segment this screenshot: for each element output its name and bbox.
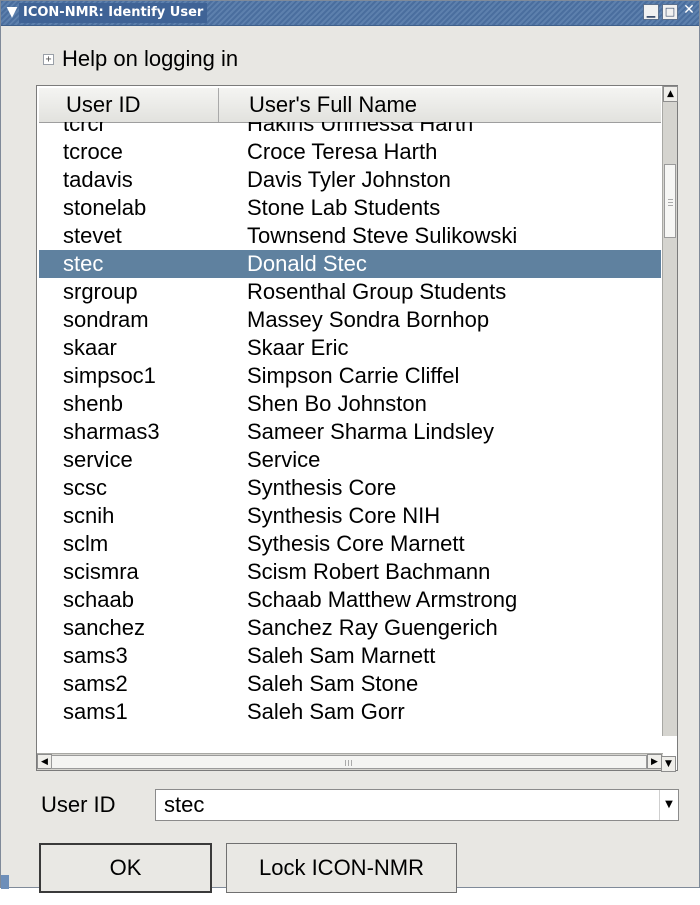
- table-row[interactable]: sams1 Saleh Sam Gorr: [39, 698, 661, 726]
- table-row[interactable]: schaab Schaab Matthew Armstrong: [39, 586, 661, 614]
- cell-user-id: scsc: [63, 475, 107, 500]
- vertical-scrollbar[interactable]: ▲: [662, 86, 678, 736]
- cell-user-id: simpsoc1: [63, 363, 156, 388]
- cell-user-id: tcroce: [63, 139, 123, 164]
- table-row[interactable]: service Service: [39, 446, 661, 474]
- cell-user-id: skaar: [63, 335, 117, 360]
- cell-full-name: Service: [247, 447, 321, 472]
- cell-full-name: Hakins Unmessa Harth: [247, 122, 474, 136]
- table-row[interactable]: skaar Skaar Eric: [39, 334, 661, 362]
- column-header-label: User's Full Name: [249, 92, 418, 117]
- table-row[interactable]: sharmas3 Sameer Sharma Lindsley: [39, 418, 661, 446]
- minimize-icon[interactable]: ▁: [643, 4, 659, 20]
- cell-user-id: tcrcr: [63, 122, 106, 136]
- cell-full-name: Sythesis Core Marnett: [247, 531, 465, 556]
- cell-user-id: tadavis: [63, 167, 133, 192]
- cell-user-id: shenb: [63, 391, 123, 416]
- cell-full-name: Synthesis Core NIH: [247, 503, 441, 528]
- cell-user-id: sharmas3: [63, 419, 160, 444]
- scroll-right-icon[interactable]: ▶: [647, 754, 662, 769]
- cell-user-id: stec: [63, 251, 104, 276]
- table-row-selected[interactable]: stec Donald Stec: [39, 250, 661, 278]
- cell-user-id: sanchez: [63, 615, 145, 640]
- user-id-label: User ID: [41, 792, 116, 817]
- cell-user-id: scismra: [63, 559, 139, 584]
- cell-full-name: Saleh Sam Marnett: [247, 643, 436, 668]
- column-header-label: User ID: [66, 92, 141, 117]
- cell-full-name: Scism Robert Bachmann: [247, 559, 491, 584]
- horizontal-scrollbar[interactable]: ◀ ▶: [37, 753, 663, 770]
- table-row[interactable]: stevet Townsend Steve Sulikowski: [39, 222, 661, 250]
- user-id-combobox[interactable]: ▼: [155, 789, 679, 821]
- column-header-full-name[interactable]: User's Full Name: [219, 88, 661, 122]
- maximize-icon[interactable]: □: [662, 4, 678, 20]
- cell-user-id: scnih: [63, 503, 115, 528]
- vertical-scroll-thumb[interactable]: [664, 164, 676, 238]
- cell-full-name: Donald Stec: [247, 251, 367, 276]
- cell-full-name: Schaab Matthew Armstrong: [247, 587, 518, 612]
- cell-full-name: Simpson Carrie Cliffel: [247, 363, 460, 388]
- cell-full-name: Croce Teresa Harth: [247, 139, 438, 164]
- expand-plus-icon[interactable]: +: [43, 53, 54, 65]
- chevron-down-icon[interactable]: ▼: [4, 3, 20, 21]
- window-title: ICON-NMR: Identify User: [19, 3, 208, 23]
- dialog-window: ▼ ICON-NMR: Identify User ▁ □ ✕ + Help o…: [0, 0, 700, 893]
- scroll-up-icon[interactable]: ▲: [663, 86, 678, 102]
- scroll-down-icon[interactable]: ▼: [661, 756, 676, 772]
- cell-user-id: sams1: [63, 699, 128, 724]
- table-row[interactable]: shenb Shen Bo Johnston: [39, 390, 661, 418]
- cell-full-name: Sanchez Ray Guengerich: [247, 615, 498, 640]
- cell-user-id: stonelab: [63, 195, 147, 220]
- table-row[interactable]: sondram Massey Sondra Bornhop: [39, 306, 661, 334]
- table-row[interactable]: sclm Sythesis Core Marnett: [39, 530, 661, 558]
- cell-full-name: Shen Bo Johnston: [247, 391, 427, 416]
- ok-button[interactable]: OK: [39, 843, 212, 893]
- cell-user-id: sams2: [63, 671, 128, 696]
- user-list[interactable]: User ID User's Full Name tcrcr Hakins Unm…: [36, 85, 678, 771]
- scroll-left-icon[interactable]: ◀: [37, 754, 52, 769]
- table-row[interactable]: scismra Scism Robert Bachmann: [39, 558, 661, 586]
- user-id-input[interactable]: [156, 790, 664, 820]
- cell-full-name: Skaar Eric: [247, 335, 349, 360]
- help-toggle[interactable]: + Help on logging in: [43, 45, 238, 73]
- cell-user-id: sams3: [63, 643, 128, 668]
- title-bar[interactable]: ▼ ICON-NMR: Identify User ▁ □ ✕: [1, 1, 699, 26]
- cell-full-name: Synthesis Core: [247, 475, 397, 500]
- cell-full-name: Saleh Sam Gorr: [247, 699, 405, 724]
- cell-user-id: schaab: [63, 587, 134, 612]
- window-edge-accent: [1, 875, 9, 889]
- table-row[interactable]: tcrcr Hakins Unmessa Harth: [39, 122, 661, 138]
- table-row[interactable]: sanchez Sanchez Ray Guengerich: [39, 614, 661, 642]
- table-header: User ID User's Full Name: [39, 88, 661, 123]
- cell-user-id: stevet: [63, 223, 122, 248]
- table-row[interactable]: stonelab Stone Lab Students: [39, 194, 661, 222]
- table-row[interactable]: scnih Synthesis Core NIH: [39, 502, 661, 530]
- cell-user-id: service: [63, 447, 133, 472]
- cell-user-id: sclm: [63, 531, 109, 556]
- table-row[interactable]: sams3 Saleh Sam Marnett: [39, 642, 661, 670]
- table-row[interactable]: scsc Synthesis Core: [39, 474, 661, 502]
- cell-user-id: srgroup: [63, 279, 138, 304]
- help-label: Help on logging in: [62, 46, 239, 71]
- cell-full-name: Davis Tyler Johnston: [247, 167, 451, 192]
- table-body: tcrcr Hakins Unmessa Harth tcroce Croce Ter…: [39, 122, 661, 736]
- cell-full-name: Massey Sondra Bornhop: [247, 307, 490, 332]
- cell-full-name: Townsend Steve Sulikowski: [247, 223, 518, 248]
- table-row[interactable]: srgroup Rosenthal Group Students: [39, 278, 661, 306]
- cell-full-name: Sameer Sharma Lindsley: [247, 419, 495, 444]
- close-icon[interactable]: ✕: [681, 3, 697, 20]
- table-row[interactable]: sams2 Saleh Sam Stone: [39, 670, 661, 698]
- lock-button[interactable]: Lock ICON-NMR: [226, 843, 457, 893]
- horizontal-scroll-thumb[interactable]: [51, 755, 647, 769]
- cell-full-name: Stone Lab Students: [247, 195, 441, 220]
- table-row[interactable]: tcroce Croce Teresa Harth: [39, 138, 661, 166]
- cell-user-id: sondram: [63, 307, 149, 332]
- table-row[interactable]: simpsoc1 Simpson Carrie Cliffel: [39, 362, 661, 390]
- dropdown-arrow-icon[interactable]: ▼: [659, 790, 678, 820]
- column-header-user-id[interactable]: User ID: [39, 88, 219, 122]
- cell-full-name: Saleh Sam Stone: [247, 671, 419, 696]
- cell-full-name: Rosenthal Group Students: [247, 279, 507, 304]
- table-row[interactable]: tadavis Davis Tyler Johnston: [39, 166, 661, 194]
